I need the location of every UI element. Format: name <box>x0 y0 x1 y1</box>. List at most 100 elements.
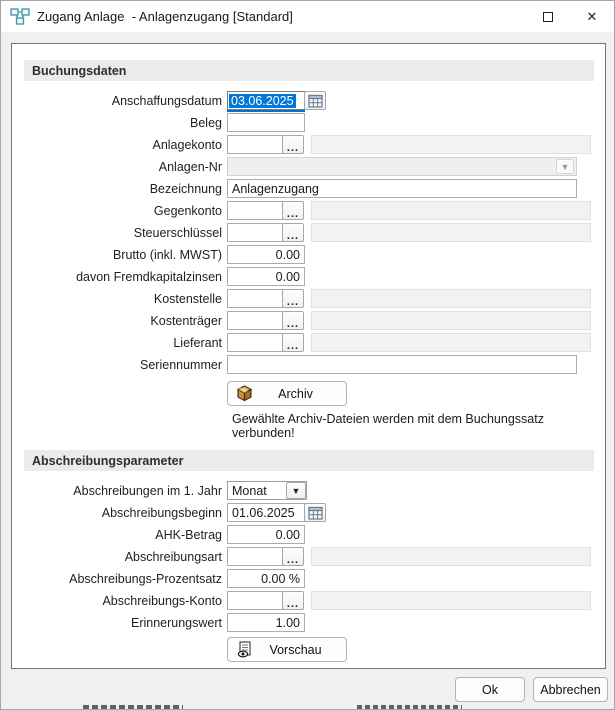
row-kostentraeger: Kostenträger ... <box>12 311 605 330</box>
ahk-betrag-label: AHK-Betrag <box>155 527 222 542</box>
ok-button[interactable]: Ok <box>455 677 525 702</box>
erinnerungswert-input[interactable]: 1.00 <box>227 613 305 632</box>
ellipsis-icon: ... <box>286 597 300 610</box>
kostentraeger-input[interactable] <box>227 311 283 330</box>
anschaffungsdatum-calendar-button[interactable] <box>304 91 326 110</box>
abschreibungsart-browse-button[interactable]: ... <box>282 547 304 566</box>
ellipsis-icon: ... <box>286 207 300 220</box>
abschreibungen-1jahr-combobox[interactable]: Monat ▼ <box>227 481 307 500</box>
abschreibungsart-label: Abschreibungsart <box>124 549 222 564</box>
bezeichnung-label: Bezeichnung <box>149 181 222 196</box>
abschreibungsart-input[interactable] <box>227 547 283 566</box>
row-abschreibungs-prozentsatz: Abschreibungs-Prozentsatz 0.00 % <box>12 569 605 588</box>
anlagekonto-label: Anlagekonto <box>152 137 222 152</box>
anlagekonto-browse-button[interactable]: ... <box>282 135 304 154</box>
row-vorschau: Vorschau <box>12 637 605 662</box>
kostenstelle-label: Kostenstelle <box>153 291 222 306</box>
abschreibungsbeginn-calendar-button[interactable] <box>304 503 326 522</box>
row-archiv: Archiv <box>12 381 605 406</box>
row-steuerschluessel: Steuerschlüssel ... <box>12 223 605 242</box>
section-header-abschreibungsparameter: Abschreibungsparameter <box>24 450 594 471</box>
kostenstelle-input[interactable] <box>227 289 283 308</box>
gegenkonto-display-field <box>311 201 591 220</box>
ellipsis-icon: ... <box>286 229 300 242</box>
kostenstelle-display-field <box>311 289 591 308</box>
archiv-button[interactable]: Archiv <box>227 381 347 406</box>
buchungsdaten-rows: Anschaffungsdatum 03.06.2025 Beleg Anlag… <box>12 91 605 440</box>
form-panel: Buchungsdaten Anschaffungsdatum 03.06.20… <box>11 43 606 669</box>
ahk-betrag-input[interactable]: 0.00 <box>227 525 305 544</box>
row-anlagekonto: Anlagekonto ... <box>12 135 605 154</box>
row-erinnerungswert: Erinnerungswert 1.00 <box>12 613 605 632</box>
bezeichnung-input[interactable]: Anlagenzugang <box>227 179 577 198</box>
row-bezeichnung: Bezeichnung Anlagenzugang <box>12 179 605 198</box>
abschreibungsart-display-field <box>311 547 591 566</box>
anlagekonto-display-field <box>311 135 591 154</box>
archiv-hint-text: Gewählte Archiv-Dateien werden mit dem B… <box>232 412 544 440</box>
dialog-window: Zugang Anlage - Anlagenzugang [Standard]… <box>0 0 615 710</box>
abschreibungs-konto-display-field <box>311 591 591 610</box>
ellipsis-icon: ... <box>286 317 300 330</box>
package-box-icon <box>236 385 253 402</box>
gegenkonto-input[interactable] <box>227 201 283 220</box>
seriennummer-input[interactable] <box>227 355 577 374</box>
kostentraeger-display-field <box>311 311 591 330</box>
fremdkapitalzinsen-label: davon Fremdkapitalzinsen <box>76 269 222 284</box>
row-beleg: Beleg <box>12 113 605 132</box>
row-kostenstelle: Kostenstelle ... <box>12 289 605 308</box>
lieferant-input[interactable] <box>227 333 283 352</box>
vorschau-button-label: Vorschau <box>269 642 322 657</box>
row-brutto: Brutto (inkl. MWST) 0.00 <box>12 245 605 264</box>
abschreibungsbeginn-label: Abschreibungsbeginn <box>101 505 222 520</box>
beleg-label: Beleg <box>190 115 222 130</box>
brutto-input[interactable]: 0.00 <box>227 245 305 264</box>
row-fremdkapitalzinsen: davon Fremdkapitalzinsen 0.00 <box>12 267 605 286</box>
row-anlagen-nr: Anlagen-Nr ▼ <box>12 157 605 176</box>
dialog-footer: Ok Abbrechen <box>1 677 614 702</box>
cancel-button[interactable]: Abbrechen <box>533 677 608 702</box>
calendar-icon <box>307 94 323 108</box>
close-button[interactable]: ✕ <box>570 1 614 33</box>
archiv-button-label: Archiv <box>278 386 313 401</box>
gegenkonto-browse-button[interactable]: ... <box>282 201 304 220</box>
ellipsis-icon: ... <box>286 141 300 154</box>
background-window-sliver <box>83 705 183 709</box>
brutto-label: Brutto (inkl. MWST) <box>112 247 222 262</box>
maximize-button[interactable] <box>526 1 570 33</box>
background-window-sliver <box>357 705 462 709</box>
chevron-down-icon: ▼ <box>286 482 306 499</box>
fremdkapitalzinsen-input[interactable]: 0.00 <box>227 267 305 286</box>
abschreibungs-konto-label: Abschreibungs-Konto <box>102 593 222 608</box>
chevron-down-icon: ▼ <box>556 159 574 174</box>
beleg-input[interactable] <box>227 113 305 132</box>
row-lieferant: Lieferant ... <box>12 333 605 352</box>
row-abschreibungs-konto: Abschreibungs-Konto ... <box>12 591 605 610</box>
ellipsis-icon: ... <box>286 295 300 308</box>
abschreibungen-1jahr-label: Abschreibungen im 1. Jahr <box>73 483 222 498</box>
steuerschluessel-browse-button[interactable]: ... <box>282 223 304 242</box>
abschreibungsbeginn-input[interactable]: 01.06.2025 <box>227 503 305 522</box>
window-title: Zugang Anlage - Anlagenzugang [Standard] <box>37 9 293 24</box>
kostentraeger-label: Kostenträger <box>150 313 222 328</box>
anlagen-nr-label: Anlagen-Nr <box>158 159 222 174</box>
row-abschreibungsart: Abschreibungsart ... <box>12 547 605 566</box>
lieferant-browse-button[interactable]: ... <box>282 333 304 352</box>
abschreibungs-prozentsatz-label: Abschreibungs-Prozentsatz <box>69 571 222 586</box>
lieferant-display-field <box>311 333 591 352</box>
abschreibungs-konto-browse-button[interactable]: ... <box>282 591 304 610</box>
ellipsis-icon: ... <box>286 339 300 352</box>
anschaffungsdatum-input[interactable]: 03.06.2025 <box>227 91 305 110</box>
anschaffungsdatum-label: Anschaffungsdatum <box>111 93 222 108</box>
abschreibung-rows: Abschreibungen im 1. Jahr Monat ▼ Abschr… <box>12 481 605 662</box>
anlagekonto-input[interactable] <box>227 135 283 154</box>
abschreibungs-prozentsatz-input[interactable]: 0.00 % <box>227 569 305 588</box>
steuerschluessel-display-field <box>311 223 591 242</box>
kostentraeger-browse-button[interactable]: ... <box>282 311 304 330</box>
steuerschluessel-input[interactable] <box>227 223 283 242</box>
gegenkonto-label: Gegenkonto <box>153 203 222 218</box>
row-ahk-betrag: AHK-Betrag 0.00 <box>12 525 605 544</box>
abschreibungs-konto-input[interactable] <box>227 591 283 610</box>
vorschau-button[interactable]: Vorschau <box>227 637 347 662</box>
close-icon: ✕ <box>586 9 598 24</box>
kostenstelle-browse-button[interactable]: ... <box>282 289 304 308</box>
